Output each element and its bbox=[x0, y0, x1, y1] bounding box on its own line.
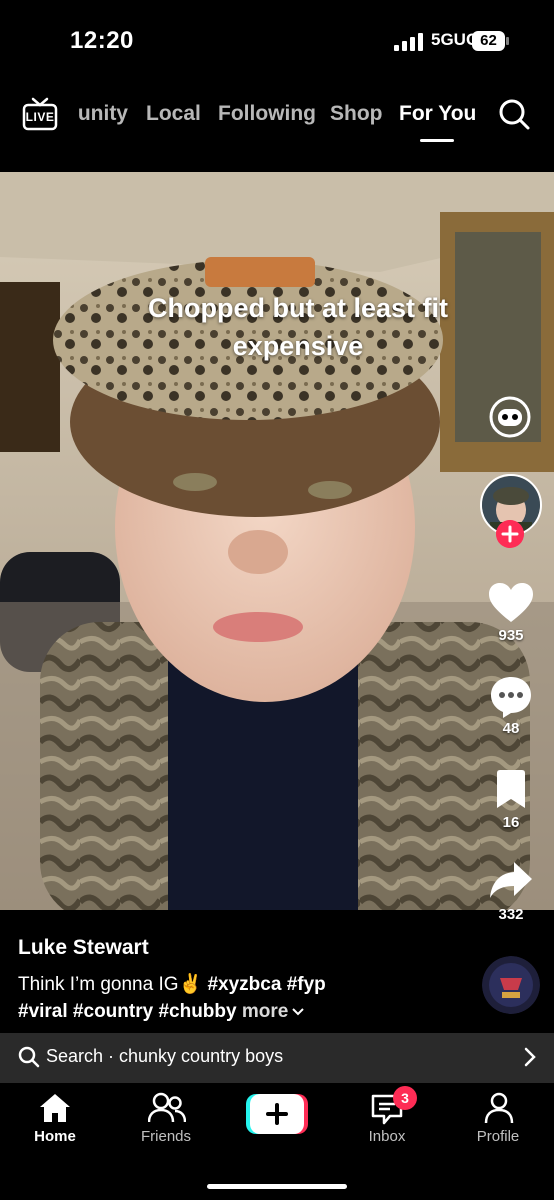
create-plus-icon[interactable] bbox=[246, 1094, 308, 1134]
tab-community[interactable]: unity bbox=[62, 102, 128, 130]
description-text: Think I’m gonna IG✌️ bbox=[18, 974, 203, 995]
follow-plus-icon[interactable] bbox=[496, 520, 524, 548]
search-suggestion-text: Search · chunky country boys bbox=[46, 1046, 284, 1066]
hashtags-line1[interactable]: #xyzbca #fyp bbox=[207, 974, 325, 995]
live-icon[interactable]: LIVE bbox=[22, 97, 58, 131]
bookmark-count: 16 bbox=[502, 814, 520, 831]
chevron-down-icon bbox=[292, 1008, 305, 1016]
video-caption-text: Chopped but at least fit expensive bbox=[148, 293, 448, 361]
share-count: 332 bbox=[498, 906, 524, 923]
nav-friends-label[interactable]: Friends bbox=[116, 1128, 216, 1145]
video-caption-overlay: Chopped but at least fit expensive bbox=[0, 289, 554, 365]
sticker-icon[interactable] bbox=[489, 396, 531, 438]
comment-count: 48 bbox=[502, 720, 520, 737]
home-icon[interactable] bbox=[38, 1092, 72, 1124]
signal-icon bbox=[394, 33, 423, 51]
status-time: 12:20 bbox=[70, 27, 134, 54]
live-label: LIVE bbox=[25, 110, 55, 124]
tab-for-you[interactable]: For You bbox=[399, 102, 476, 126]
video-frame bbox=[0, 172, 554, 910]
nav-profile-label[interactable]: Profile bbox=[448, 1128, 548, 1145]
nav-home-label[interactable]: Home bbox=[5, 1128, 105, 1145]
tab-local[interactable]: Local bbox=[146, 102, 201, 126]
nav-inbox-label[interactable]: Inbox bbox=[337, 1128, 437, 1145]
home-indicator bbox=[207, 1184, 347, 1189]
friends-icon[interactable] bbox=[148, 1092, 186, 1124]
share-icon[interactable] bbox=[488, 860, 534, 900]
more-link[interactable]: more bbox=[242, 1001, 305, 1022]
music-disc[interactable] bbox=[482, 956, 540, 1014]
tab-shop[interactable]: Shop bbox=[330, 102, 383, 126]
like-count: 935 bbox=[498, 627, 524, 644]
tab-following[interactable]: Following bbox=[218, 102, 316, 126]
comment-icon[interactable] bbox=[489, 675, 533, 719]
bookmark-icon[interactable] bbox=[494, 770, 528, 810]
search-bar-icon bbox=[18, 1046, 40, 1068]
author-name[interactable]: Luke Stewart bbox=[18, 936, 149, 960]
more-label: more bbox=[241, 1001, 289, 1022]
video-player[interactable] bbox=[0, 172, 554, 910]
chevron-right-icon bbox=[524, 1047, 536, 1067]
search-icon[interactable] bbox=[498, 98, 530, 130]
hashtags-line2[interactable]: #viral #country #chubby bbox=[18, 1001, 237, 1022]
battery-level: 62 bbox=[480, 32, 497, 49]
heart-icon[interactable] bbox=[488, 582, 534, 624]
active-tab-indicator bbox=[420, 139, 454, 142]
post-description[interactable]: Think I’m gonna IG✌️ #xyzbca #fyp #viral… bbox=[18, 971, 468, 1025]
inbox-badge: 3 bbox=[393, 1086, 417, 1110]
profile-icon[interactable] bbox=[484, 1092, 514, 1124]
tab-community-label: unity bbox=[77, 102, 128, 125]
battery-icon: 62 bbox=[472, 31, 510, 51]
